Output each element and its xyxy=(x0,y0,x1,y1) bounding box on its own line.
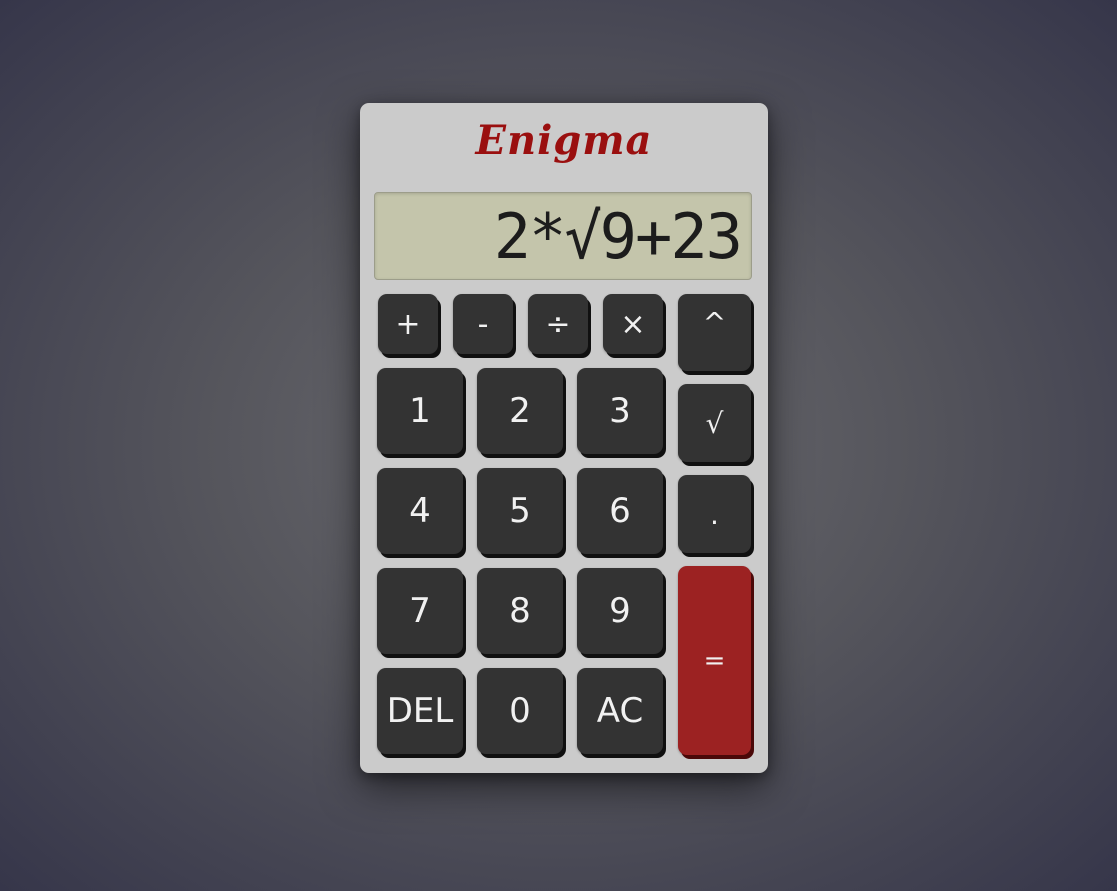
digit-2-button[interactable]: 2 xyxy=(477,368,563,454)
sqrt-button[interactable]: √ xyxy=(678,384,751,462)
digit-7-button[interactable]: 7 xyxy=(377,568,463,654)
digit-8-button[interactable]: 8 xyxy=(477,568,563,654)
digit-1-button[interactable]: 1 xyxy=(377,368,463,454)
digit-4-button[interactable]: 4 xyxy=(377,468,463,554)
digit-6-button[interactable]: 6 xyxy=(577,468,663,554)
digit-5-button[interactable]: 5 xyxy=(477,468,563,554)
display: 2*√9+23 xyxy=(374,192,752,280)
digit-0-button[interactable]: 0 xyxy=(477,668,563,754)
calculator: Enigma 2*√9+23 + - ÷ × ^ √ . = 1 2 3 4 5… xyxy=(360,103,768,773)
clear-button[interactable]: AC xyxy=(577,668,663,754)
brand-title: Enigma xyxy=(475,117,653,164)
delete-button[interactable]: DEL xyxy=(377,668,463,754)
multiply-button[interactable]: × xyxy=(603,294,663,354)
decimal-button[interactable]: . xyxy=(678,475,751,553)
divide-button[interactable]: ÷ xyxy=(528,294,588,354)
power-button[interactable]: ^ xyxy=(678,294,751,371)
digit-3-button[interactable]: 3 xyxy=(577,368,663,454)
minus-button[interactable]: - xyxy=(453,294,513,354)
display-expression: 2*√9+23 xyxy=(493,200,743,273)
plus-button[interactable]: + xyxy=(378,294,438,354)
digit-9-button[interactable]: 9 xyxy=(577,568,663,654)
equals-button[interactable]: = xyxy=(678,566,751,755)
